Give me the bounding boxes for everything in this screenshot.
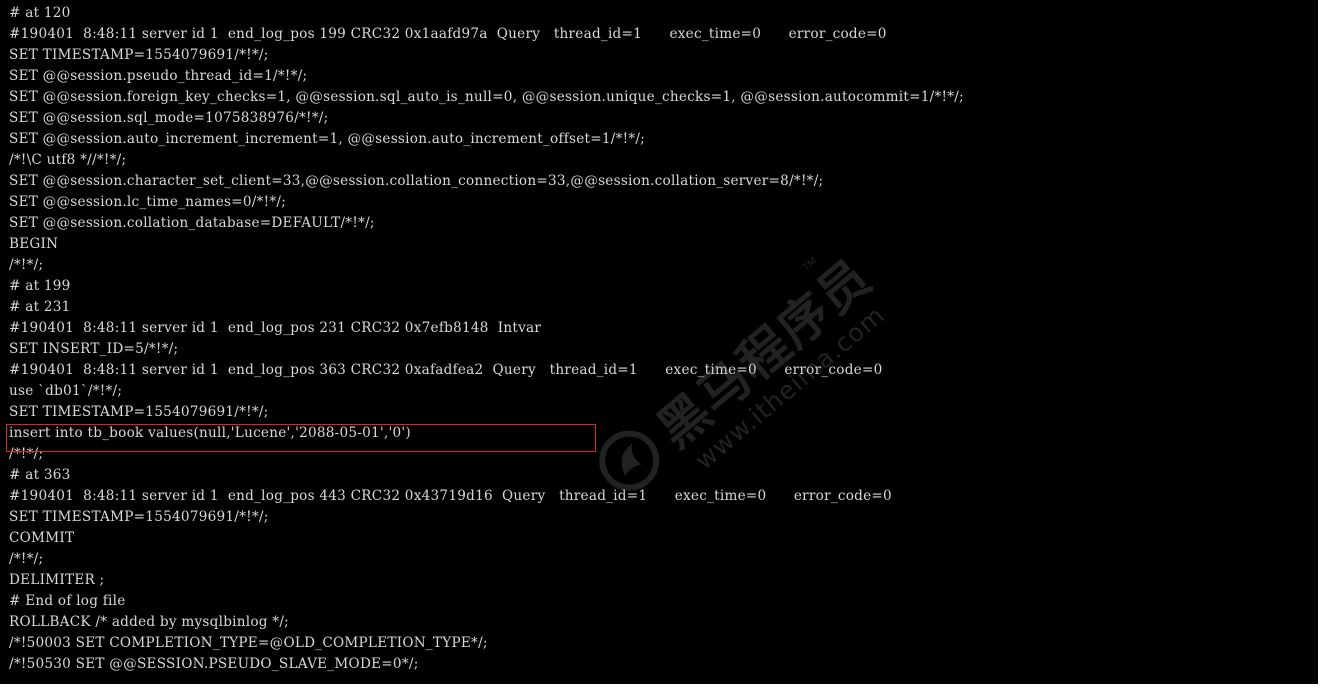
log-line: # at 120 <box>9 5 71 21</box>
log-line: /*!*/; <box>9 257 44 273</box>
log-line: /*!50003 SET COMPLETION_TYPE=@OLD_COMPLE… <box>9 635 488 651</box>
log-line: SET TIMESTAMP=1554079691/*!*/; <box>9 47 269 63</box>
log-line: #190401 8:48:11 server id 1 end_log_pos … <box>9 26 887 42</box>
log-line: ROLLBACK /* added by mysqlbinlog */; <box>9 614 290 630</box>
log-line: # End of log file <box>9 593 126 609</box>
log-line: /*!50530 SET @@SESSION.PSEUDO_SLAVE_MODE… <box>9 656 419 672</box>
log-line: SET @@session.pseudo_thread_id=1/*!*/; <box>9 68 308 84</box>
log-line: SET @@session.lc_time_names=0/*!*/; <box>9 194 287 210</box>
log-line: DELIMITER ; <box>9 572 105 588</box>
log-line: # at 363 <box>9 467 71 483</box>
log-line: SET @@session.foreign_key_checks=1, @@se… <box>9 89 964 105</box>
log-line: #190401 8:48:11 server id 1 end_log_pos … <box>9 362 883 378</box>
log-line: SET TIMESTAMP=1554079691/*!*/; <box>9 404 269 420</box>
highlight-box-insert-statement <box>6 424 596 452</box>
terminal-window[interactable]: # at 120 #190401 8:48:11 server id 1 end_… <box>0 0 1318 684</box>
terminal-output: # at 120 #190401 8:48:11 server id 1 end_… <box>0 0 1318 675</box>
log-line: SET @@session.collation_database=DEFAULT… <box>9 215 375 231</box>
log-line: use `db01`/*!*/; <box>9 383 123 399</box>
log-line: SET TIMESTAMP=1554079691/*!*/; <box>9 509 269 525</box>
log-line: SET @@session.auto_increment_increment=1… <box>9 131 646 147</box>
log-line: /*!*/; <box>9 551 44 567</box>
log-line: BEGIN <box>9 236 59 252</box>
log-line: #190401 8:48:11 server id 1 end_log_pos … <box>9 488 892 504</box>
log-line: COMMIT <box>9 530 75 546</box>
log-line: # at 231 <box>9 299 71 315</box>
log-line: # at 199 <box>9 278 71 294</box>
log-line: #190401 8:48:11 server id 1 end_log_pos … <box>9 320 542 336</box>
log-line: SET INSERT_ID=5/*!*/; <box>9 341 179 357</box>
log-line: SET @@session.sql_mode=1075838976/*!*/; <box>9 110 329 126</box>
log-line: /*!\C utf8 *//*!*/; <box>9 152 127 168</box>
log-line: SET @@session.character_set_client=33,@@… <box>9 173 824 189</box>
